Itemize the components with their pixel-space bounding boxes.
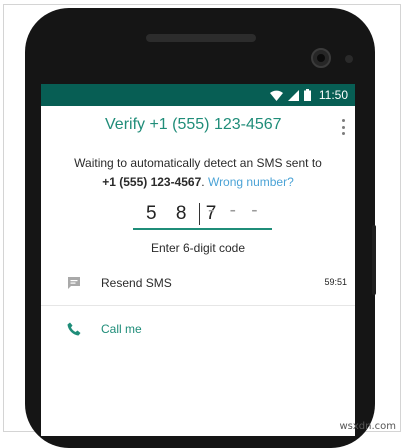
phone-number: +1 (555) 123-4567	[102, 175, 202, 189]
resend-sms-button[interactable]: Resend SMS 59:51	[41, 264, 355, 304]
wifi-icon	[269, 90, 283, 101]
call-me-label: Call me	[101, 322, 142, 336]
power-button	[372, 225, 376, 295]
code-input-placeholder: - - -	[208, 200, 263, 221]
text-cursor	[199, 203, 200, 225]
phone-line: +1 (555) 123-4567. Wrong number?	[102, 175, 294, 189]
page-title: Verify +1 (555) 123-4567	[105, 116, 282, 133]
status-icons: 11:50	[269, 87, 348, 103]
code-label: Enter 6-digit code	[150, 241, 246, 255]
watermark: wsxdn.com	[339, 421, 396, 432]
earpiece	[146, 34, 256, 42]
status-bar: 11:50	[41, 84, 355, 106]
status-time: 11:50	[318, 88, 348, 102]
divider	[41, 305, 355, 306]
phone-screen: 11:50 Verify +1 (555) 123-4567 Waiting t…	[41, 84, 355, 436]
resend-sms-label: Resend SMS	[101, 276, 172, 290]
message-icon	[68, 277, 80, 289]
waiting-message: Waiting to automatically detect an SMS s…	[41, 154, 355, 192]
call-me-button[interactable]: Call me	[41, 310, 355, 350]
resend-timer: 59:51	[324, 277, 347, 287]
battery-icon	[303, 89, 311, 101]
code-input[interactable]: 5 8 7 - - -	[133, 200, 272, 230]
signal-icon	[287, 89, 299, 101]
waiting-line: Waiting to automatically detect an SMS s…	[74, 156, 322, 170]
front-camera	[311, 48, 331, 68]
wrong-number-link[interactable]: Wrong number?	[208, 175, 294, 189]
proximity-sensor	[345, 55, 353, 63]
code-input-underline	[133, 228, 272, 230]
more-vert-icon[interactable]	[337, 119, 349, 135]
phone-icon	[67, 322, 81, 336]
